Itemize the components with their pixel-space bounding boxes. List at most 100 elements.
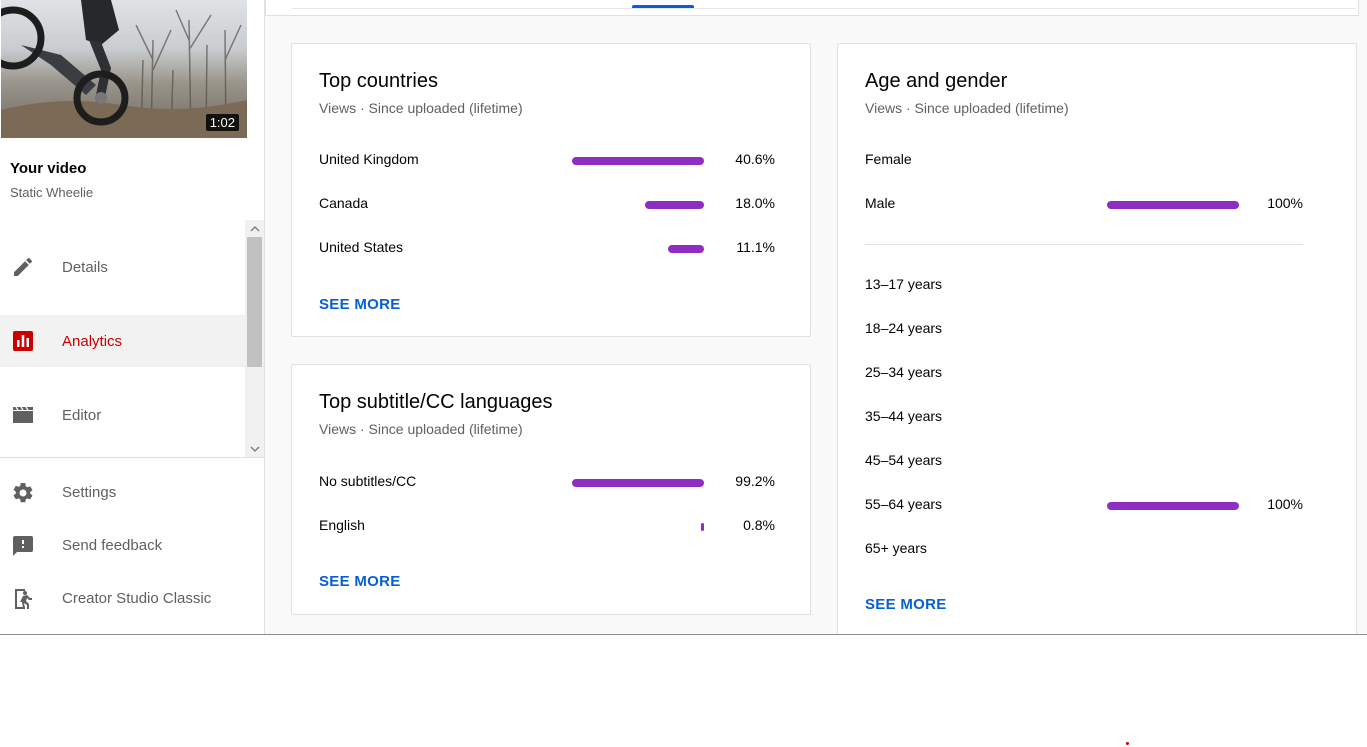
sidebar-item-label: Analytics xyxy=(62,332,123,350)
bar-track xyxy=(1107,157,1239,165)
country-row: Canada 18.0% xyxy=(319,195,775,215)
sidebar-item-details[interactable]: Details xyxy=(0,241,245,293)
bar-track xyxy=(1107,458,1239,466)
age-bar xyxy=(1107,502,1239,510)
analytics-tabs-card xyxy=(265,0,1359,16)
country-bar xyxy=(668,245,704,253)
bar-track xyxy=(1107,414,1239,422)
language-value: 99.2% xyxy=(735,473,775,489)
sidebar-item-creator-studio-classic[interactable]: Creator Studio Classic xyxy=(0,577,264,621)
bar-track xyxy=(1107,546,1239,554)
card-title: Top subtitle/CC languages xyxy=(319,391,553,413)
see-more-countries-button[interactable]: SEE MORE xyxy=(319,296,401,313)
gender-row: Female xyxy=(865,151,1303,171)
studio-app: 1:02 Your video Static Wheelie Details A… xyxy=(0,0,1367,635)
sidebar-item-editor[interactable]: Editor xyxy=(0,389,245,441)
sidebar-item-send-feedback[interactable]: Send feedback xyxy=(0,524,264,568)
age-row: 13–17 years xyxy=(865,276,1303,296)
country-value: 11.1% xyxy=(736,239,775,255)
gender-label: Male xyxy=(865,195,896,211)
bar-track xyxy=(1107,282,1239,290)
analytics-icon xyxy=(11,329,35,353)
language-label: No subtitles/CC xyxy=(319,473,417,489)
age-value: 100% xyxy=(1267,496,1303,512)
age-row: 25–34 years xyxy=(865,364,1303,384)
sidebar-item-label: Creator Studio Classic xyxy=(62,590,212,607)
country-bar xyxy=(645,201,704,209)
age-row: 55–64 years 100% xyxy=(865,496,1303,516)
active-tab-indicator xyxy=(632,5,694,8)
age-row: 18–24 years xyxy=(865,320,1303,340)
card-title: Age and gender xyxy=(865,70,1008,92)
bar-track xyxy=(1107,326,1239,334)
age-label: 55–64 years xyxy=(865,496,943,512)
bar-track xyxy=(1107,201,1239,209)
card-subtitle: Views · Since uploaded (lifetime) xyxy=(865,100,1069,116)
age-row: 35–44 years xyxy=(865,408,1303,428)
age-row: 65+ years xyxy=(865,540,1303,560)
sidebar-item-settings[interactable]: Settings xyxy=(0,471,264,515)
card-title: Top countries xyxy=(319,70,438,92)
age-label: 45–54 years xyxy=(865,452,943,468)
age-label: 35–44 years xyxy=(865,408,943,424)
gender-bar xyxy=(1107,201,1239,209)
clapperboard-icon xyxy=(11,403,35,427)
scrollbar-thumb[interactable] xyxy=(247,237,262,367)
video-thumbnail[interactable]: 1:02 xyxy=(1,0,247,138)
video-name: Static Wheelie xyxy=(10,185,94,200)
bar-track xyxy=(572,245,704,253)
video-duration: 1:02 xyxy=(205,114,239,131)
bar-track xyxy=(1107,370,1239,378)
country-label: Canada xyxy=(319,195,369,211)
country-label: United Kingdom xyxy=(319,151,419,167)
card-subtitle: Views · Since uploaded (lifetime) xyxy=(319,421,523,437)
age-label: 13–17 years xyxy=(865,276,943,292)
scroll-down-arrow-icon[interactable] xyxy=(245,440,264,457)
sidebar-item-label: Send feedback xyxy=(62,537,163,554)
top-countries-card: Top countries Views · Since uploaded (li… xyxy=(291,43,811,337)
sidebar-nav: Details Analytics Editor xyxy=(0,220,264,458)
sidebar-item-label: Details xyxy=(62,258,108,276)
cursor-dot xyxy=(1126,742,1129,745)
scroll-up-arrow-icon[interactable] xyxy=(245,220,264,237)
gender-label: Female xyxy=(865,151,912,167)
country-row: United States 11.1% xyxy=(319,239,775,259)
sidebar: 1:02 Your video Static Wheelie Details A… xyxy=(0,0,265,634)
country-bar xyxy=(572,157,704,165)
language-label: English xyxy=(319,517,365,533)
see-more-age-gender-button[interactable]: SEE MORE xyxy=(865,596,947,613)
sidebar-item-label: Editor xyxy=(62,406,102,424)
top-subtitle-languages-card: Top subtitle/CC languages Views · Since … xyxy=(291,364,811,615)
bar-track xyxy=(572,157,704,165)
bar-track xyxy=(572,479,704,487)
gender-value: 100% xyxy=(1267,195,1303,211)
exit-icon xyxy=(11,587,35,611)
feedback-icon xyxy=(11,534,35,558)
your-video-heading: Your video xyxy=(10,160,87,177)
gear-icon xyxy=(11,481,35,505)
tabs-strip xyxy=(292,0,1356,9)
see-more-languages-button[interactable]: SEE MORE xyxy=(319,573,401,590)
pencil-icon xyxy=(11,255,35,279)
gender-row: Male 100% xyxy=(865,195,1303,215)
age-and-gender-card: Age and gender Views · Since uploaded (l… xyxy=(837,43,1357,634)
bar-track xyxy=(1107,502,1239,510)
language-row: No subtitles/CC 99.2% xyxy=(319,473,775,493)
language-bar xyxy=(572,479,704,487)
language-row: English 0.8% xyxy=(319,517,775,537)
sidebar-item-analytics[interactable]: Analytics xyxy=(0,315,245,367)
age-label: 65+ years xyxy=(865,540,927,556)
bar-track xyxy=(572,523,704,531)
divider xyxy=(865,244,1303,245)
language-bar xyxy=(701,523,704,531)
country-label: United States xyxy=(319,239,404,255)
language-value: 0.8% xyxy=(743,517,775,533)
age-row: 45–54 years xyxy=(865,452,1303,472)
age-label: 18–24 years xyxy=(865,320,943,336)
country-value: 40.6% xyxy=(735,151,775,167)
sidebar-scrollbar[interactable] xyxy=(245,220,264,457)
country-row: United Kingdom 40.6% xyxy=(319,151,775,171)
bar-track xyxy=(572,201,704,209)
age-label: 25–34 years xyxy=(865,364,943,380)
card-subtitle: Views · Since uploaded (lifetime) xyxy=(319,100,523,116)
